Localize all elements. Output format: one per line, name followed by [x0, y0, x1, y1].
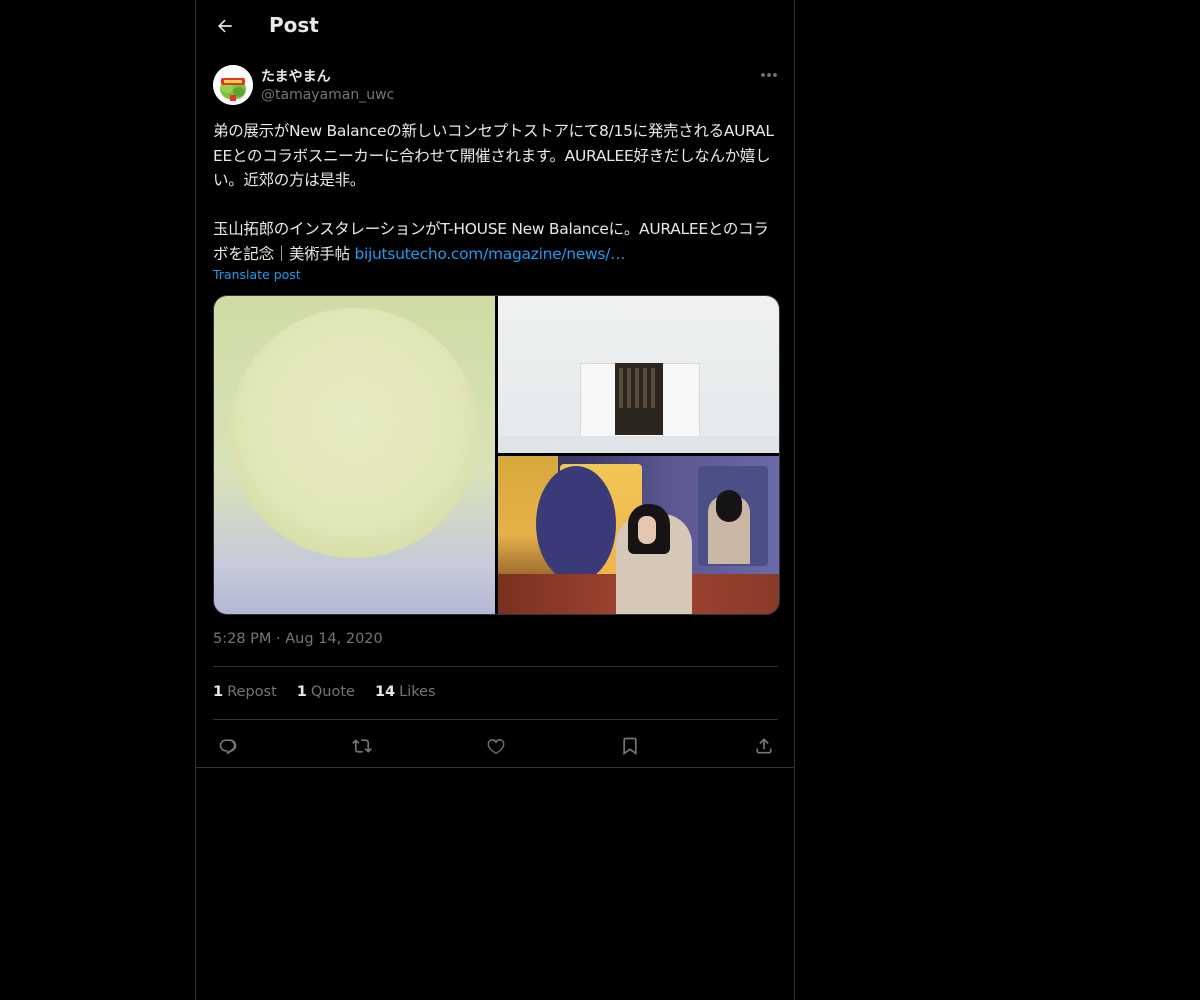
post-text-content: 弟の展示がNew Balanceの新しいコンセプトストアにて8/15に発売される…: [213, 122, 774, 263]
avatar-image: [213, 65, 253, 105]
divider: [213, 719, 778, 720]
like-icon: [486, 736, 506, 756]
avatar[interactable]: [213, 65, 253, 105]
likes-label: Likes: [399, 684, 436, 700]
more-horizontal-icon: [760, 72, 778, 78]
reposts-stat[interactable]: 1 Repost: [213, 684, 277, 700]
share-icon: [754, 736, 774, 756]
back-button[interactable]: [208, 9, 242, 43]
colorful-mirror-installation-image[interactable]: [498, 456, 779, 614]
quotes-stat[interactable]: 1 Quote: [297, 684, 355, 700]
post-timestamp[interactable]: 5:28 PM · Aug 14, 2020: [213, 631, 383, 647]
action-bar: [213, 731, 778, 761]
reposts-count: 1: [213, 684, 224, 700]
timestamp-separator: ·: [276, 631, 281, 647]
ring-shape: [536, 466, 616, 582]
quotes-label: Quote: [310, 684, 355, 700]
face-shape: [638, 516, 656, 544]
floor-shape: [498, 436, 779, 453]
quotes-count: 1: [296, 684, 307, 700]
engagement-stats: 1 Repost 1 Quote 14 Likes: [213, 684, 436, 700]
post-header: Post: [196, 0, 794, 53]
page-title: Post: [269, 13, 319, 37]
like-button[interactable]: [483, 733, 509, 759]
article-link[interactable]: bijutsutecho.com/magazine/news/…: [354, 245, 625, 263]
share-button[interactable]: [751, 733, 777, 759]
bookmark-icon: [620, 736, 640, 756]
divider: [213, 666, 778, 667]
post-time: 5:28 PM: [213, 631, 272, 647]
primary-column: Post たまやまん @tamayaman_uwc 弟の展示がNew Balan…: [195, 0, 795, 1000]
likes-count: 14: [374, 684, 396, 700]
repost-button[interactable]: [349, 733, 375, 759]
glowing-disc-image[interactable]: [214, 296, 495, 614]
translate-post-link[interactable]: Translate post: [213, 267, 301, 282]
reply-button[interactable]: [215, 733, 241, 759]
media-grid: [213, 295, 780, 615]
disc-shape: [229, 308, 479, 558]
bookmark-button[interactable]: [617, 733, 643, 759]
arrow-left-icon: [215, 16, 235, 36]
reflected-hair-shape: [716, 490, 742, 522]
reposts-label: Repost: [227, 684, 277, 700]
white-room-door-image[interactable]: [498, 296, 779, 453]
door-grid-shape: [619, 368, 659, 408]
post-text: 弟の展示がNew Balanceの新しいコンセプトストアにて8/15に発売される…: [213, 119, 779, 266]
author-display-name[interactable]: たまやまん: [261, 66, 331, 86]
post-bottom-border: [196, 767, 794, 768]
more-options-button[interactable]: [756, 64, 782, 86]
author-handle[interactable]: @tamayaman_uwc: [261, 87, 394, 103]
likes-stat[interactable]: 14 Likes: [375, 684, 436, 700]
post-date: Aug 14, 2020: [285, 631, 383, 647]
repost-icon: [351, 736, 373, 756]
reply-icon: [218, 736, 238, 756]
